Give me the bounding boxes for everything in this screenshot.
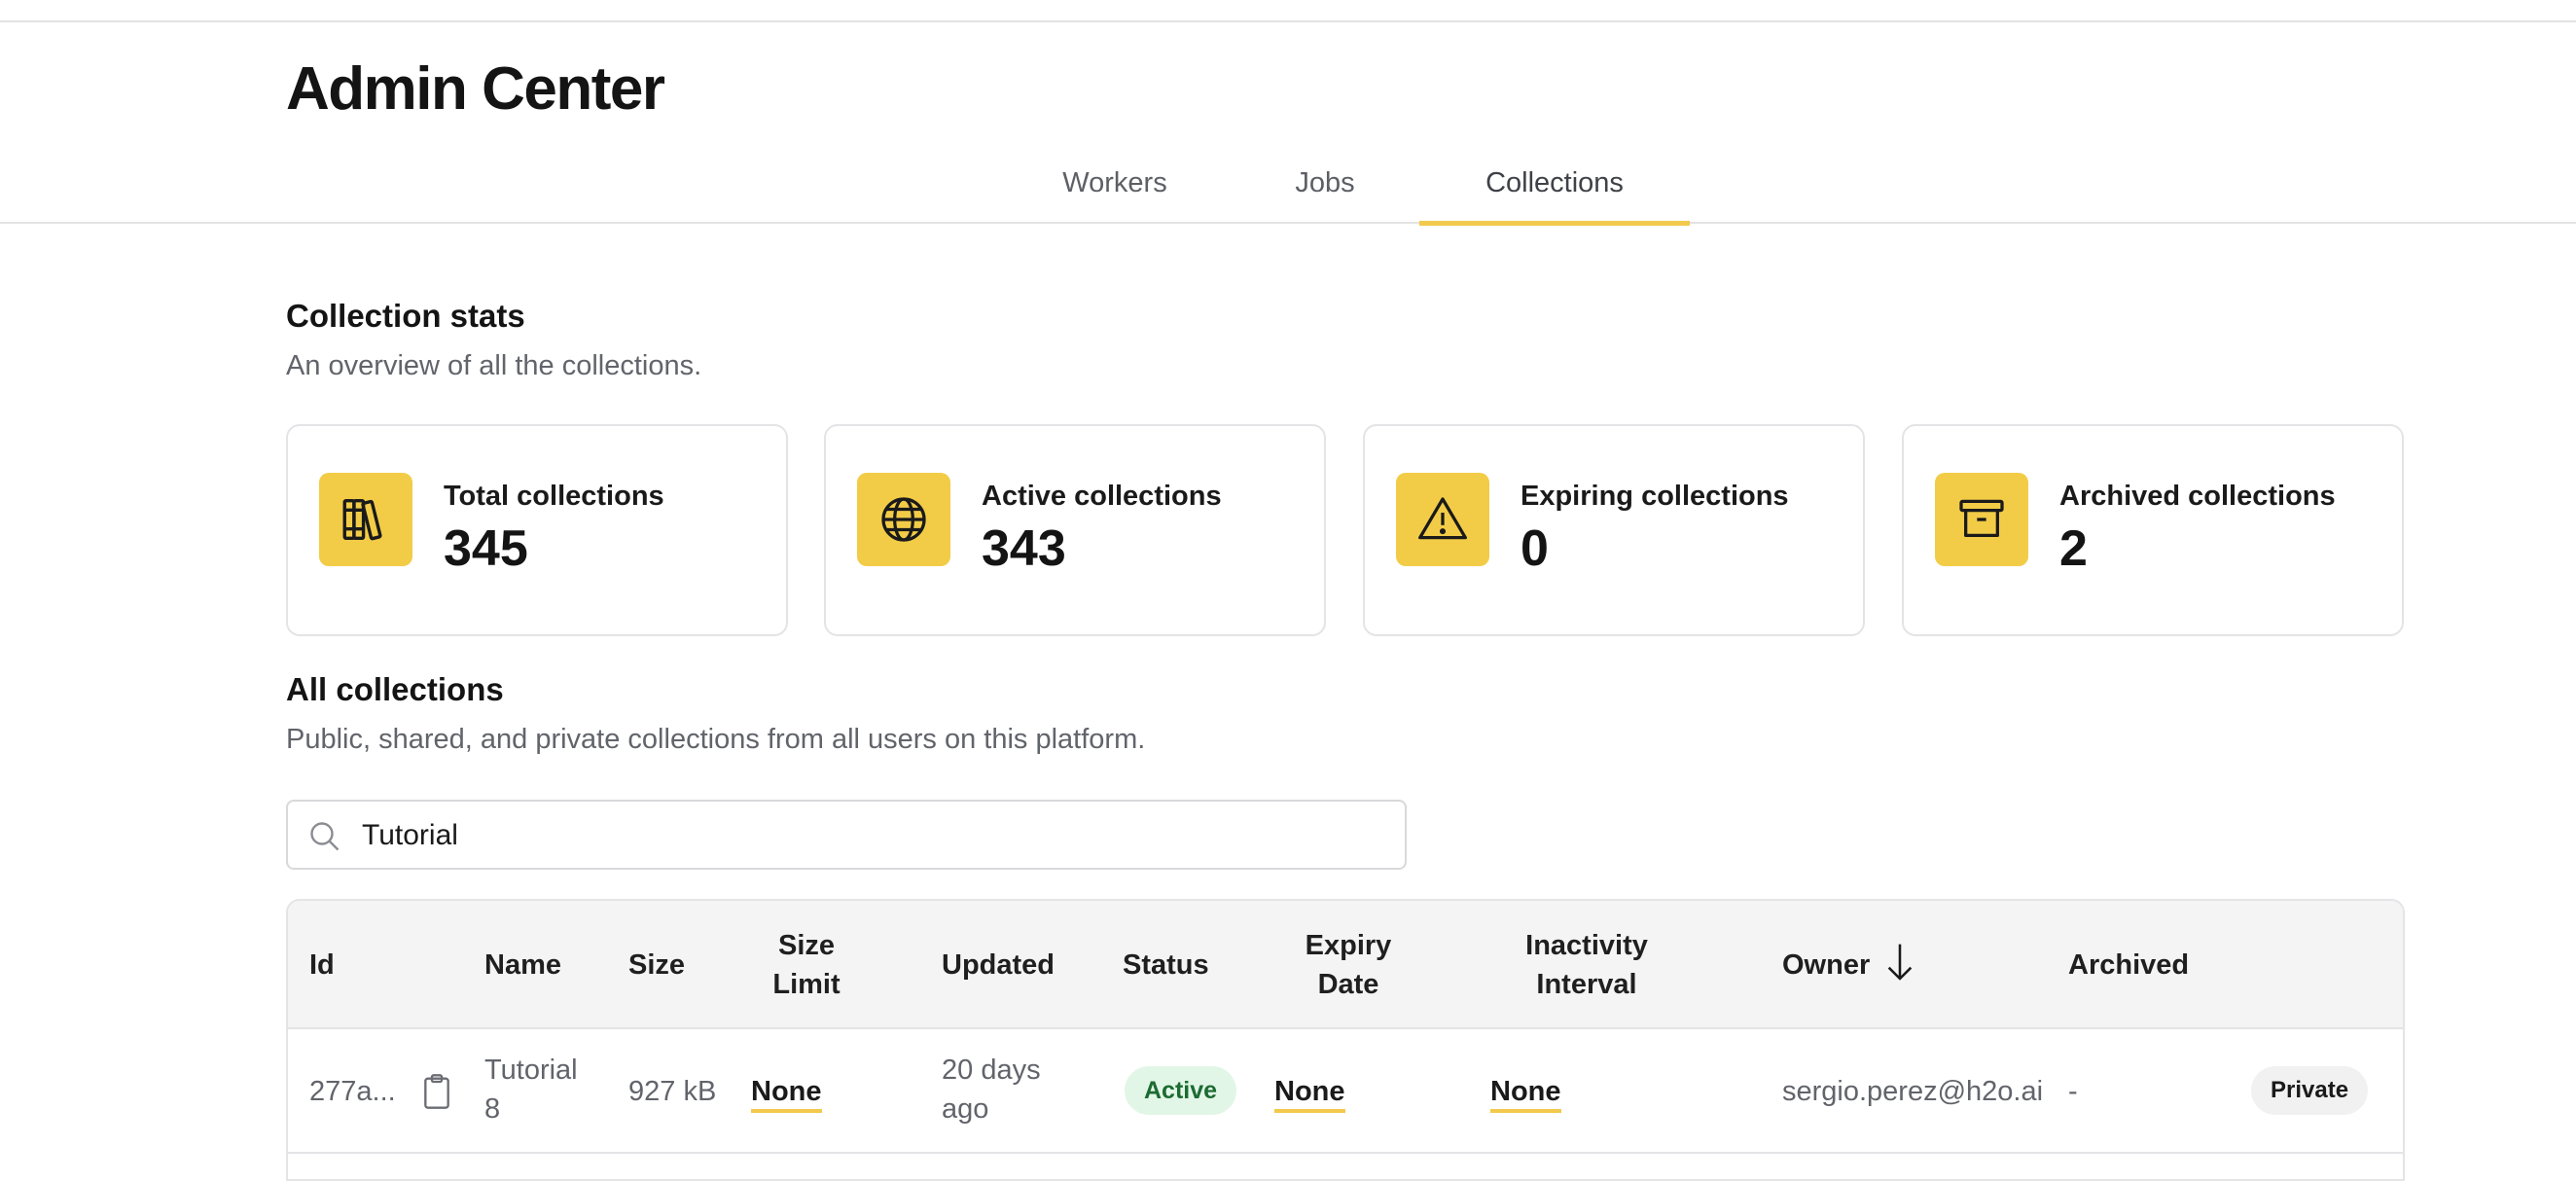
stat-card-expiring: Expiring collections 0 [1363,424,1865,636]
inactivity-interval-link[interactable]: None [1490,1076,1561,1113]
search-icon [310,822,340,851]
col-status[interactable]: Status [1123,946,1209,984]
stat-value: 2 [2059,520,2088,577]
cell-size-limit: None [751,1072,822,1113]
tab-jobs[interactable]: Jobs [1241,146,1409,224]
stat-value: 0 [1521,520,1549,577]
col-expiry-date[interactable]: Expiry Date [1275,926,1421,1004]
warning-icon [1396,473,1489,566]
stats-section-subtitle: An overview of all the collections. [286,350,702,381]
stat-label: Active collections [982,481,1222,512]
clipboard-icon[interactable] [420,1072,453,1111]
cell-id: 277a... [309,1076,396,1107]
stat-card-total: Total collections 345 [286,424,788,636]
size-limit-link[interactable]: None [751,1076,822,1113]
visibility-badge: Private [2251,1066,2369,1115]
collections-section-subtitle: Public, shared, and private collections … [286,724,1146,755]
tab-collections[interactable]: Collections [1419,146,1690,226]
col-inactivity-interval[interactable]: Inactivity Interval [1489,926,1684,1004]
table-header: Id Name Size Size Limit Updated Status E… [288,901,2403,1029]
archive-icon [1935,473,2028,566]
stat-card-active: Active collections 343 [824,424,1326,636]
col-archived[interactable]: Archived [2068,946,2189,984]
stats-section-title: Collection stats [286,298,525,334]
col-id[interactable]: Id [309,946,335,984]
col-name[interactable]: Name [484,946,561,984]
sort-descending-icon [1888,944,1913,982]
tab-workers[interactable]: Workers [1031,146,1199,224]
cell-inactivity-interval: None [1490,1072,1561,1113]
cell-name: Tutorial 8 [484,1055,578,1125]
stat-label: Archived collections [2059,481,2336,512]
collections-section-title: All collections [286,671,504,707]
cell-archived: - [2068,1076,2078,1107]
status-badge: Active [1125,1066,1237,1115]
search-box [286,800,1407,870]
col-size[interactable]: Size [628,946,685,984]
cell-size: 927 kB [628,1076,717,1107]
stat-card-archived: Archived collections 2 [1902,424,2404,636]
col-updated[interactable]: Updated [942,946,1055,984]
cell-updated: 20 days ago [942,1055,1041,1125]
collections-table: Id Name Size Size Limit Updated Status E… [286,899,2405,1181]
globe-icon [857,473,950,566]
cell-owner: sergio.perez@h2o.ai [1782,1076,2044,1107]
col-size-limit[interactable]: Size Limit [733,926,879,1004]
stat-label: Expiring collections [1521,481,1789,512]
stat-value: 343 [982,520,1066,577]
expiry-date-link[interactable]: None [1274,1076,1345,1113]
col-owner[interactable]: Owner [1782,944,1916,984]
search-input[interactable] [362,809,1383,862]
page-title: Admin Center [286,55,665,123]
top-border [0,0,2576,22]
tab-bar: Workers Jobs Collections [0,146,2576,226]
cell-expiry-date: None [1274,1072,1345,1113]
table-row[interactable]: 277a... Tutorial 8 927 kB None 20 days a… [288,1029,2403,1154]
stat-label: Total collections [444,481,664,512]
books-icon [319,473,412,566]
stat-value: 345 [444,520,528,577]
